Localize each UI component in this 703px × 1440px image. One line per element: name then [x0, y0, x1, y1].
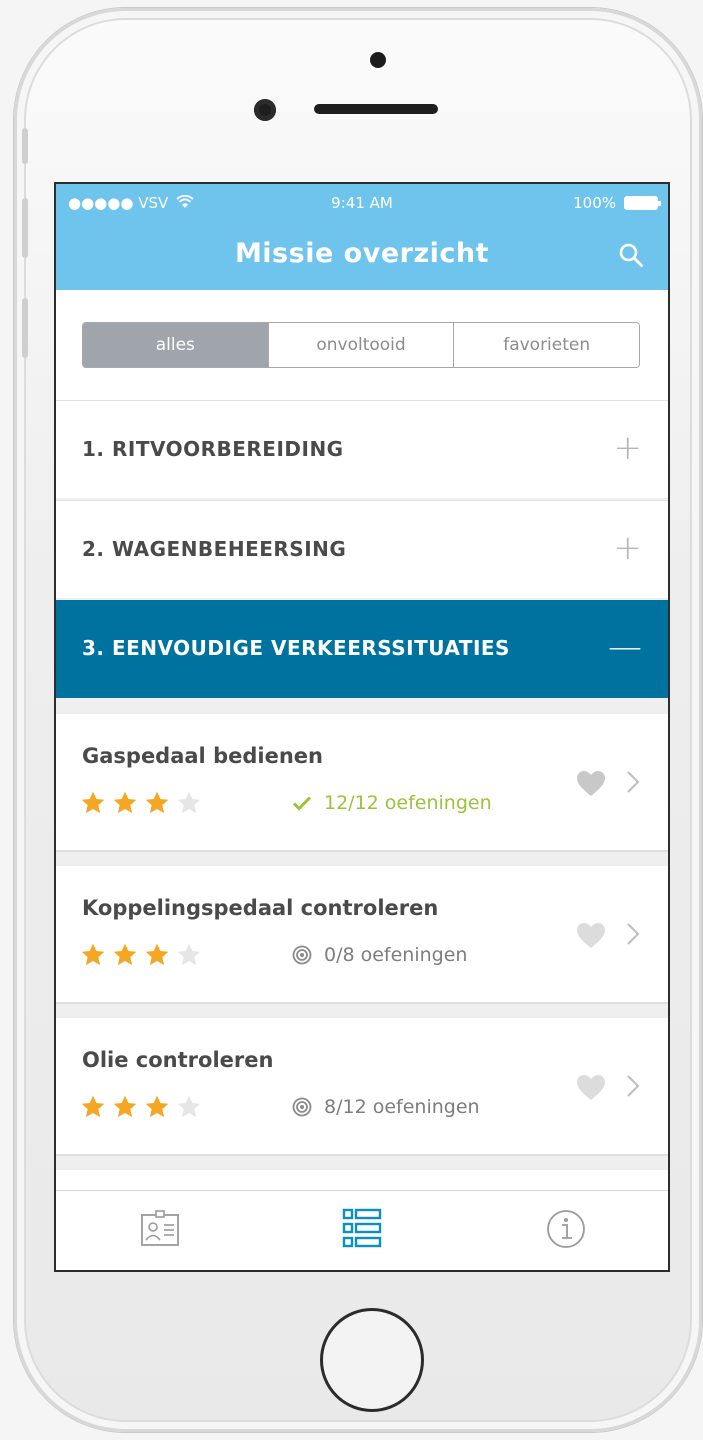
- info-icon[interactable]: [544, 1207, 588, 1251]
- star-icon: [81, 943, 105, 966]
- profile-card-icon[interactable]: [138, 1207, 182, 1251]
- progress-text: 12/12 oefeningen: [324, 792, 492, 814]
- tab-bar: [56, 1190, 668, 1270]
- heart-icon[interactable]: [576, 1074, 606, 1102]
- star-rating: [80, 790, 202, 816]
- expand-plus-icon[interactable]: +: [614, 431, 643, 465]
- star-icon: [145, 943, 169, 966]
- mission-name: Gaspedaal bedienen: [82, 744, 323, 768]
- mission-item-partial: [56, 1170, 668, 1190]
- expand-plus-icon[interactable]: +: [614, 531, 643, 565]
- app-screen: ●●●●● VSV 9:41 AM 100% Missie overzicht …: [54, 182, 670, 1272]
- heart-icon[interactable]: [576, 770, 606, 798]
- mission-name: Olie controleren: [82, 1048, 274, 1072]
- filter-bar: alles onvoltooid favorieten: [56, 290, 668, 400]
- segment-favorieten[interactable]: favorieten: [453, 323, 639, 367]
- segmented-control: alles onvoltooid favorieten: [82, 322, 640, 368]
- chevron-right-icon[interactable]: [626, 1074, 640, 1098]
- chevron-right-icon[interactable]: [626, 770, 640, 794]
- star-icon: [113, 943, 137, 966]
- section-ritvoorbereiding[interactable]: 1. RITVOORBEREIDING +: [56, 400, 668, 498]
- volume-down-button: [22, 298, 28, 358]
- home-button[interactable]: [320, 1308, 424, 1412]
- front-camera: [254, 99, 276, 121]
- star-icon: [81, 791, 105, 814]
- mute-switch: [22, 128, 28, 164]
- chevron-right-icon[interactable]: [626, 922, 640, 946]
- star-empty-icon: [177, 943, 201, 966]
- check-icon: [292, 796, 312, 811]
- section-label: 2. WAGENBEHEERSING: [82, 537, 347, 561]
- section-label: 1. RITVOORBEREIDING: [82, 437, 344, 461]
- collapse-minus-icon[interactable]: —: [608, 630, 642, 664]
- list-icon[interactable]: [340, 1207, 384, 1251]
- section-wagenbeheersing[interactable]: 2. WAGENBEHEERSING +: [56, 500, 668, 598]
- navigation-bar: Missie overzicht: [56, 224, 668, 290]
- mission-item[interactable]: Olie controleren 8/12 oefeningen: [56, 1018, 668, 1154]
- star-icon: [145, 1095, 169, 1118]
- target-icon: [292, 945, 312, 965]
- star-empty-icon: [177, 791, 201, 814]
- mission-item[interactable]: Koppelingspedaal controleren 0/8 oefenin…: [56, 866, 668, 1002]
- volume-up-button: [22, 198, 28, 258]
- heart-icon[interactable]: [576, 922, 606, 950]
- star-icon: [145, 791, 169, 814]
- section-label: 3. EENVOUDIGE VERKEERSSITUATIES: [82, 636, 510, 660]
- earpiece-speaker: [314, 104, 438, 114]
- star-icon: [113, 1095, 137, 1118]
- star-icon: [113, 791, 137, 814]
- battery-percent: 100%: [573, 194, 616, 212]
- progress-label: 12/12 oefeningen: [292, 792, 492, 814]
- target-icon: [292, 1097, 312, 1117]
- segment-onvoltooid[interactable]: onvoltooid: [267, 323, 454, 367]
- mission-item[interactable]: Gaspedaal bedienen 12/12 oefeningen: [56, 714, 668, 850]
- progress-label: 8/12 oefeningen: [292, 1096, 480, 1118]
- star-rating: [80, 942, 202, 968]
- star-empty-icon: [177, 1095, 201, 1118]
- star-rating: [80, 1094, 202, 1120]
- battery-icon: [624, 196, 661, 210]
- proximity-sensor: [370, 52, 386, 68]
- section-eenvoudige-verkeerssituaties[interactable]: 3. EENVOUDIGE VERKEERSSITUATIES —: [56, 600, 668, 698]
- progress-text: 8/12 oefeningen: [324, 1096, 480, 1118]
- star-icon: [81, 1095, 105, 1118]
- mission-name: Koppelingspedaal controleren: [82, 896, 439, 920]
- search-icon[interactable]: [618, 242, 644, 268]
- progress-text: 0/8 oefeningen: [324, 944, 468, 966]
- page-title: Missie overzicht: [234, 238, 490, 269]
- progress-label: 0/8 oefeningen: [292, 944, 467, 966]
- segment-alles[interactable]: alles: [83, 323, 268, 367]
- status-bar: ●●●●● VSV 9:41 AM 100%: [56, 184, 668, 224]
